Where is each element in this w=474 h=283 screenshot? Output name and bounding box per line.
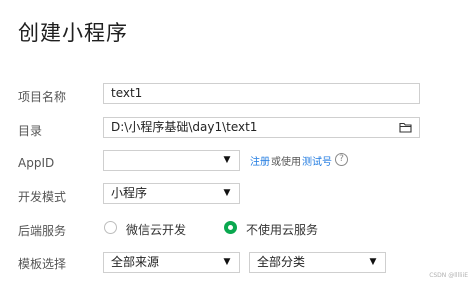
project-name-value: text1: [111, 86, 143, 100]
radio-no-cloud[interactable]: [224, 221, 237, 234]
register-link[interactable]: 注册: [250, 153, 270, 168]
question-icon[interactable]: ?: [335, 153, 348, 166]
or-use-text: 或使用: [271, 157, 301, 168]
dev-mode-value: 小程序: [111, 186, 148, 200]
chevron-down-icon: ▼: [223, 257, 231, 267]
page-title: 创建小程序: [18, 21, 128, 45]
appid-label: AppID: [18, 156, 55, 170]
project-name-input[interactable]: text1: [103, 83, 420, 104]
project-name-label: 项目名称: [18, 90, 67, 104]
template-source-select[interactable]: 全部来源 ▼: [103, 252, 240, 273]
directory-value: D:\小程序基础\day1\text1: [111, 120, 258, 134]
chevron-down-icon: ▼: [223, 188, 231, 198]
template-category-select[interactable]: 全部分类 ▼: [249, 252, 386, 273]
test-account-link[interactable]: 测试号: [302, 153, 332, 168]
radio-no-cloud-label[interactable]: 不使用云服务: [246, 221, 318, 238]
directory-input[interactable]: D:\小程序基础\day1\text1: [103, 117, 420, 138]
template-category-value: 全部分类: [257, 255, 306, 269]
folder-icon[interactable]: [399, 122, 412, 133]
chevron-down-icon: ▼: [369, 257, 377, 267]
directory-label: 目录: [18, 124, 43, 138]
radio-cloud-dev[interactable]: [104, 221, 117, 234]
appid-select[interactable]: ▼: [103, 150, 240, 171]
chevron-down-icon: ▼: [223, 155, 231, 165]
radio-cloud-dev-label[interactable]: 微信云开发: [126, 221, 186, 238]
template-label: 模板选择: [18, 257, 67, 271]
watermark: CSDN @lllliiE: [429, 272, 468, 279]
template-source-value: 全部来源: [111, 255, 160, 269]
dev-mode-select[interactable]: 小程序 ▼: [103, 183, 240, 204]
backend-label: 后端服务: [18, 224, 67, 238]
dev-mode-label: 开发模式: [18, 190, 67, 204]
